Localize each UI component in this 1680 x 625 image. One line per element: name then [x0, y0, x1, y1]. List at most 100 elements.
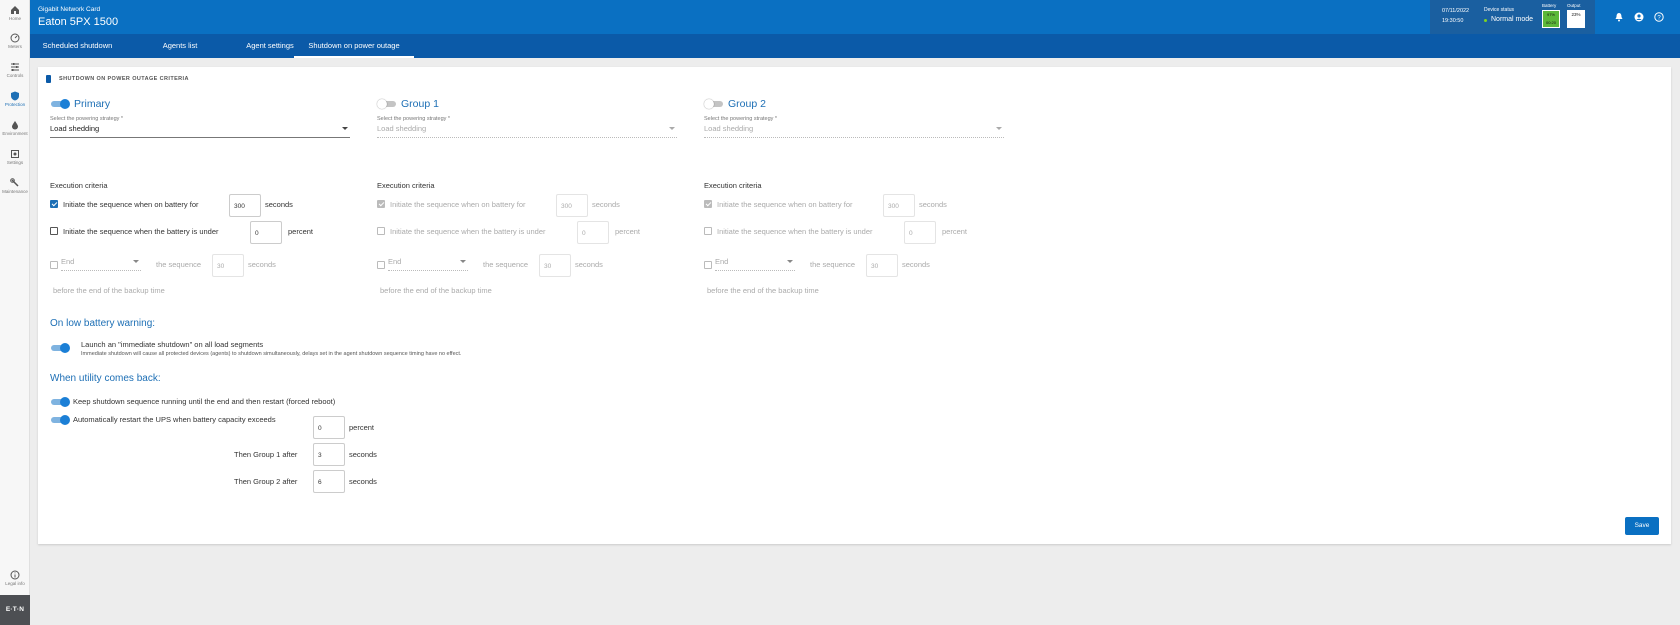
criteria-label: Execution criteria	[50, 181, 108, 190]
criteria-label: Execution criteria	[704, 181, 762, 190]
battery-for-checkbox-group2[interactable]	[704, 200, 712, 208]
end-select-group1[interactable]: End	[388, 257, 468, 271]
battery-under-input-group1[interactable]: 0	[577, 221, 609, 244]
end-hint: before the end of the backup time	[707, 286, 819, 295]
criteria-label: Execution criteria	[377, 181, 435, 190]
help-icon[interactable]: ?	[1654, 12, 1664, 22]
sidebar: Home Meters Controls Protection Environm…	[0, 0, 30, 625]
tab-scheduled-shutdown[interactable]: Scheduled shutdown	[30, 34, 125, 58]
keep-sequence-toggle[interactable]	[50, 397, 70, 407]
user-account-icon[interactable]	[1634, 12, 1644, 22]
sidebar-item-environment[interactable]: Environment	[0, 117, 30, 145]
strategy-select-group2[interactable]: Load shedding	[704, 124, 1004, 138]
end-label: End	[388, 257, 402, 266]
info-icon	[10, 570, 20, 580]
battery-under-checkbox-group1[interactable]	[377, 227, 385, 235]
status-dot-icon	[1484, 19, 1487, 22]
end-select-primary[interactable]: End	[61, 257, 141, 271]
end-checkbox-group1[interactable]	[377, 261, 385, 269]
battery-label: Battery	[1542, 3, 1557, 8]
sidebar-item-controls[interactable]: Controls	[0, 59, 30, 87]
end-input-primary[interactable]: 30	[212, 254, 244, 277]
group1-delay-label: Then Group 1 after	[234, 450, 298, 459]
group1-toggle[interactable]	[377, 99, 397, 109]
auto-restart-toggle[interactable]	[50, 415, 70, 425]
tab-shutdown-on-power-outage[interactable]: Shutdown on power outage	[294, 34, 414, 58]
battery-under-input-group2[interactable]: 0	[904, 221, 936, 244]
battery-for-label: Initiate the sequence when on battery fo…	[63, 200, 199, 209]
group2-toggle[interactable]	[704, 99, 724, 109]
end-unit: seconds	[248, 260, 276, 269]
sidebar-item-legal[interactable]: Legal info	[0, 567, 30, 595]
strategy-value: Load shedding	[377, 124, 427, 133]
immediate-shutdown-toggle[interactable]	[50, 343, 70, 353]
strategy-label: Select the powering strategy *	[704, 116, 778, 122]
strategy-label: Select the powering strategy *	[50, 116, 124, 122]
meter-icon	[10, 33, 20, 43]
sidebar-item-label: Legal info	[5, 581, 25, 586]
battery-indicator[interactable]: 97% 00:20	[1542, 10, 1560, 28]
chevron-down-icon	[669, 127, 675, 130]
wrench-icon	[10, 178, 19, 187]
chevron-down-icon	[996, 127, 1002, 130]
bell-alarm-icon[interactable]	[1614, 12, 1624, 22]
save-button[interactable]: Save	[1625, 517, 1659, 535]
group2-delay-input[interactable]: 6	[313, 470, 345, 493]
status-time: 19:30:50	[1442, 18, 1464, 24]
battery-for-input-primary[interactable]: 300	[229, 194, 261, 217]
tab-agents-list[interactable]: Agents list	[138, 34, 222, 58]
battery-for-input-group1[interactable]: 300	[556, 194, 588, 217]
app-header: Gigabit Network Card Eaton 5PX 1500 07/1…	[30, 0, 1680, 34]
sidebar-item-label: Home	[8, 16, 21, 21]
battery-for-checkbox-group1[interactable]	[377, 200, 385, 208]
end-input-group2[interactable]: 30	[866, 254, 898, 277]
end-checkbox-primary[interactable]	[50, 261, 58, 269]
group1-delay-input[interactable]: 3	[313, 443, 345, 466]
strategy-label: Select the powering strategy *	[377, 116, 451, 122]
battery-under-label: Initiate the sequence when the battery i…	[63, 227, 219, 236]
immediate-shutdown-note: Immediate shutdown will cause all protec…	[81, 351, 462, 357]
chevron-down-icon	[133, 260, 139, 263]
header-subtitle: Gigabit Network Card	[38, 6, 101, 13]
shield-icon	[11, 91, 19, 101]
end-select-group2[interactable]: End	[715, 257, 795, 271]
end-label: End	[715, 257, 729, 266]
primary-toggle[interactable]	[50, 99, 70, 109]
battery-for-checkbox-primary[interactable]	[50, 200, 58, 208]
battery-value: 97%	[1546, 12, 1555, 17]
sidebar-item-meters[interactable]: Meters	[0, 30, 30, 58]
restart-capacity-input[interactable]: 0	[313, 416, 345, 439]
keep-sequence-label: Keep shutdown sequence running until the…	[73, 397, 336, 406]
output-indicator[interactable]: 23%	[1567, 10, 1585, 28]
device-status-panel: 07/11/2022 19:30:50 Device status Normal…	[1430, 0, 1595, 34]
criteria-card: SHUTDOWN ON POWER OUTAGE CRITERIA Primar…	[38, 67, 1671, 544]
battery-under-checkbox-primary[interactable]	[50, 227, 58, 235]
utility-back-heading: When utility comes back:	[50, 373, 161, 384]
droplet-icon	[12, 121, 18, 130]
tab-bar: Scheduled shutdown Agents list Agent set…	[30, 34, 1680, 58]
page-title: Eaton 5PX 1500	[38, 16, 119, 28]
chevron-down-icon	[460, 260, 466, 263]
sidebar-item-home[interactable]: Home	[0, 2, 30, 30]
battery-under-checkbox-group2[interactable]	[704, 227, 712, 235]
strategy-select-group1[interactable]: Load shedding	[377, 124, 677, 138]
output-value: 23%	[1571, 12, 1581, 17]
strategy-value: Load shedding	[50, 124, 100, 133]
card-title: SHUTDOWN ON POWER OUTAGE CRITERIA	[59, 76, 189, 82]
battery-for-unit: seconds	[265, 200, 293, 209]
end-sequence-text: the sequence	[810, 260, 856, 269]
immediate-shutdown-label: Launch an "immediate shutdown" on all lo…	[81, 340, 264, 349]
auto-restart-label: Automatically restart the UPS when batte…	[73, 415, 276, 424]
home-icon	[11, 6, 19, 14]
sidebar-item-settings[interactable]: Settings	[0, 146, 30, 174]
end-label: End	[61, 257, 75, 266]
output-label: Output	[1567, 3, 1581, 8]
strategy-select-primary[interactable]: Load shedding	[50, 124, 350, 138]
sidebar-item-maintenance[interactable]: Maintenance	[0, 175, 30, 203]
end-input-group1[interactable]: 30	[539, 254, 571, 277]
battery-under-unit: percent	[942, 227, 968, 236]
end-checkbox-group2[interactable]	[704, 261, 712, 269]
sidebar-item-protection[interactable]: Protection	[0, 88, 30, 116]
battery-under-input-primary[interactable]: 0	[250, 221, 282, 244]
battery-for-input-group2[interactable]: 300	[883, 194, 915, 217]
